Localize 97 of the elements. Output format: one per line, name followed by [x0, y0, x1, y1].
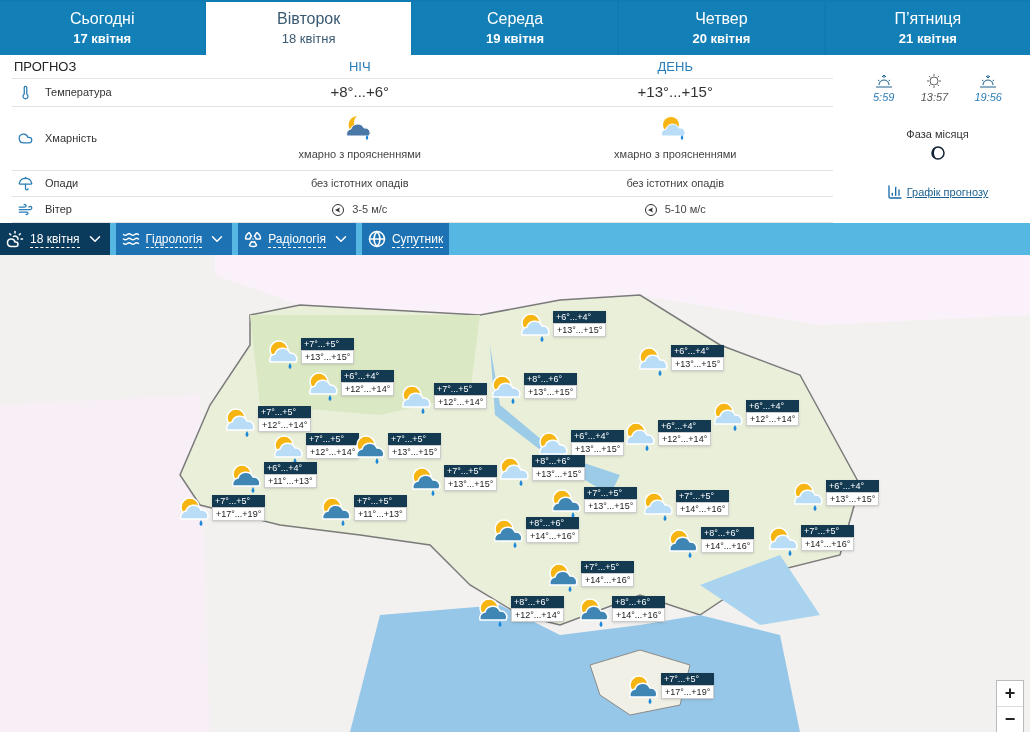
day-temperature: +14°...+16°: [612, 608, 666, 622]
day-temperature: +13°...+15°: [826, 492, 880, 506]
day-temperature: +12°...+14°: [746, 412, 800, 426]
row-label: Вітер: [45, 202, 72, 218]
night-temperature: +7°...+5°: [354, 495, 407, 507]
night-temperature: +6°...+4°: [671, 345, 725, 357]
day-tab[interactable]: П’ятниця 21 квітня: [825, 2, 1030, 55]
day-temperature: +12°...+14°: [434, 395, 488, 409]
sun-icon: [925, 73, 944, 89]
wind-direction-icon: [644, 203, 657, 216]
moon-icon: [930, 146, 945, 160]
day-temperature: +11°...+13°: [264, 474, 317, 488]
night-temperature: +7°...+5°: [444, 465, 498, 477]
night-temperature: +8°...+6°: [526, 517, 580, 529]
row-label: Хмарність: [45, 131, 97, 147]
wind-direction-icon: [332, 203, 345, 216]
night-temperature: +7°...+5°: [661, 673, 715, 685]
night-temperature: +8°...+6°: [524, 373, 578, 385]
column-header: НІЧ: [348, 57, 371, 76]
day-temperature: +12°...+14°: [341, 382, 395, 396]
day-temperature: +13°...+15°: [444, 477, 498, 491]
day-temperature: +13°...+15°: [671, 357, 725, 371]
radiation-icon: [244, 230, 263, 248]
night-temperature: +7°...+5°: [801, 525, 855, 537]
night-temperature: +6°...+4°: [264, 462, 317, 474]
sun-horizon-icon: [874, 73, 893, 89]
day-temperature: +11°...+13°: [354, 507, 407, 521]
wind-value: 3-5 м/с: [352, 202, 388, 218]
day-tab[interactable]: Сьогодні 17 квітня: [0, 2, 205, 55]
day-temperature: +12°...+14°: [658, 432, 712, 446]
day-temperature: +12°...+14°: [258, 418, 312, 432]
day-tab[interactable]: Середа 19 квітня: [412, 2, 618, 55]
temperature-value: +13°...+15°: [637, 82, 713, 103]
temperature-value: +8°...+6°: [330, 82, 390, 103]
toolbar-button[interactable]: Супутник: [361, 223, 450, 255]
cloudiness-value: хмарно з проясненнями: [298, 147, 421, 163]
sun-time: 13:57: [920, 90, 949, 105]
day-temperature: +14°...+16°: [701, 539, 755, 553]
waves-icon: [121, 230, 140, 248]
night-temperature: +6°...+4°: [571, 430, 625, 442]
night-temperature: +7°...+5°: [301, 338, 355, 350]
night-temperature: +7°...+5°: [212, 495, 266, 507]
row-label: Опади: [45, 176, 79, 192]
toolbar-button[interactable]: 18 квітня: [0, 223, 110, 255]
night-temperature: +7°...+5°: [306, 433, 360, 445]
globe-icon: [367, 230, 386, 248]
night-temperature: +8°...+6°: [701, 527, 755, 539]
night-temperature: +7°...+5°: [388, 433, 442, 445]
night-temperature: +7°...+5°: [434, 383, 488, 395]
day-temperature: +17°...+19°: [212, 507, 266, 521]
day-temperature: +14°...+16°: [526, 529, 580, 543]
day-temperature: +14°...+16°: [676, 502, 730, 516]
night-temperature: +8°...+6°: [532, 455, 586, 467]
night-temperature: +7°...+5°: [584, 487, 638, 499]
night-temperature: +7°...+5°: [676, 490, 730, 502]
sun-time: 5:59: [873, 90, 895, 105]
precipitation-value: без істотних опадів: [626, 176, 725, 192]
day-temperature: +14°...+16°: [581, 573, 635, 587]
cloud-icon: [18, 131, 33, 146]
day-temperature: +13°...+15°: [584, 499, 638, 513]
day-temperature: +12°...+14°: [306, 445, 360, 459]
moon-phase-label: Фаза місяця: [906, 126, 969, 142]
day-temperature: +13°...+15°: [388, 445, 442, 459]
precipitation-value: без істотних опадів: [310, 176, 409, 192]
forecast-chart-link[interactable]: Графік прогнозу: [886, 184, 989, 201]
day-temperature: +13°...+15°: [571, 442, 625, 456]
row-label: Температура: [45, 85, 112, 101]
toolbar-button[interactable]: Гідрологія: [115, 223, 233, 255]
sun-horizon-icon: [979, 73, 998, 89]
day-temperature: +17°...+19°: [661, 685, 715, 699]
night-temperature: +6°...+4°: [658, 420, 712, 432]
day-tab[interactable]: Четвер 20 квітня: [619, 2, 824, 55]
day-temperature: +13°...+15°: [532, 467, 586, 481]
sun-time: 19:56: [974, 90, 1002, 105]
cloud-sun-icon: [6, 230, 24, 248]
night-temperature: +6°...+4°: [553, 311, 607, 323]
night-temperature: +6°...+4°: [746, 400, 800, 412]
day-tab[interactable]: Вівторок 18 квітня: [206, 2, 411, 55]
umbrella-icon: [18, 176, 33, 191]
bar-chart-icon: [886, 184, 903, 201]
night-temperature: +7°...+5°: [581, 561, 635, 573]
day-temperature: +13°...+15°: [553, 323, 607, 337]
wind-value: 5-10 м/с: [664, 202, 706, 218]
toolbar-button[interactable]: Радіологія: [238, 223, 356, 255]
night-temperature: +7°...+5°: [258, 406, 312, 418]
wind-icon: [18, 202, 33, 217]
cloudiness-value: хмарно з проясненнями: [614, 147, 737, 163]
day-temperature: +13°...+15°: [524, 385, 578, 399]
column-header: ДЕНЬ: [657, 57, 693, 76]
night-temperature: +8°...+6°: [511, 596, 565, 608]
day-temperature: +13°...+15°: [301, 350, 355, 364]
night-temperature: +8°...+6°: [612, 596, 666, 608]
night-temperature: +6°...+4°: [826, 480, 880, 492]
day-temperature: +12°...+14°: [511, 608, 565, 622]
forecast-title: ПРОГНОЗ: [13, 57, 78, 76]
night-temperature: +6°...+4°: [341, 370, 395, 382]
day-temperature: +14°...+16°: [801, 537, 855, 551]
